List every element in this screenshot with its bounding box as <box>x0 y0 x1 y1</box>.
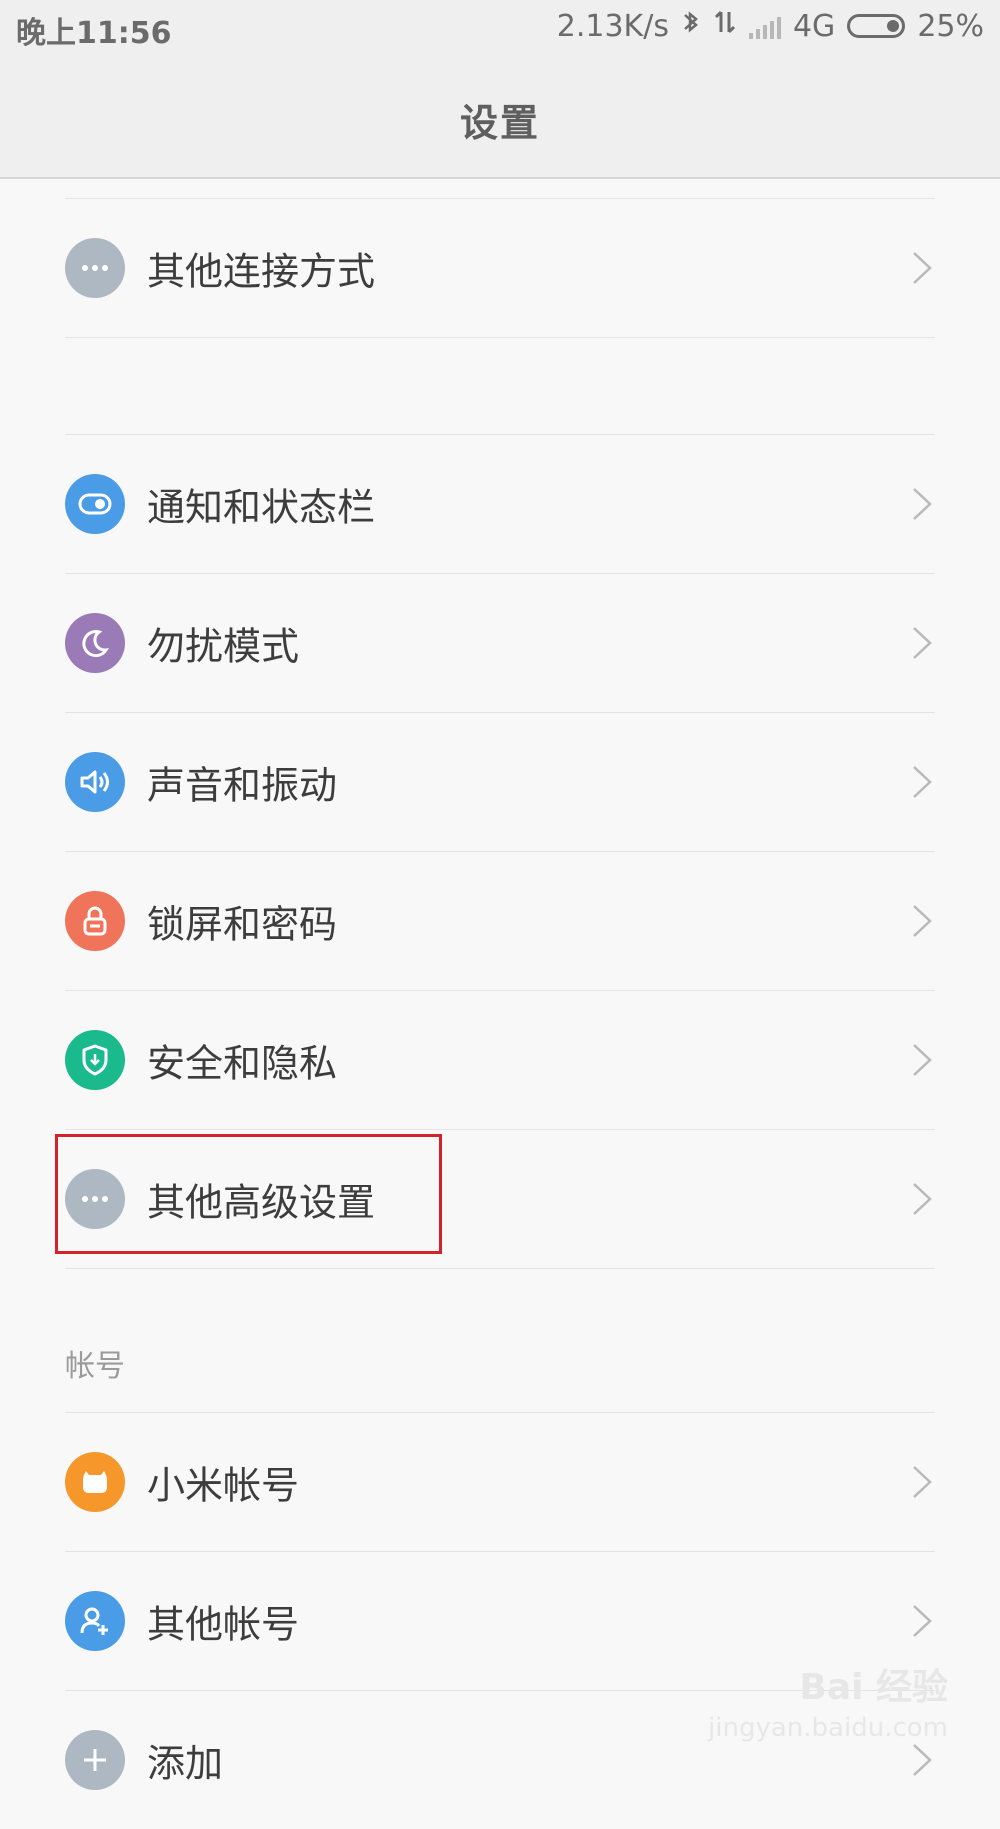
baidu-jingyan-watermark: Bai 经验 jingyan.baidu.com <box>708 1668 948 1748</box>
settings-item-label: 锁屏和密码 <box>147 902 338 947</box>
lock-icon <box>65 891 125 951</box>
settings-item-label: 勿扰模式 <box>147 624 300 669</box>
battery-level: 25% <box>917 8 984 44</box>
watermark-url: jingyan.baidu.com <box>708 1713 948 1743</box>
page-title: 设置 <box>459 101 540 145</box>
chevron-right-icon <box>913 1044 932 1076</box>
settings-item-other-connections[interactable]: 其他连接方式 <box>65 199 935 337</box>
settings-item-sound-vibration[interactable]: 声音和振动 <box>65 713 935 851</box>
watermark-brand: Bai 经验 <box>799 1667 948 1708</box>
divider <box>65 1268 935 1269</box>
settings-item-notifications[interactable]: 通知和状态栏 <box>65 435 935 573</box>
highlight-box <box>55 1134 442 1254</box>
signal-icon <box>748 13 781 39</box>
chevron-right-icon <box>913 1466 932 1498</box>
toggle-icon <box>65 474 125 534</box>
network-speed: 2.13K/s <box>556 8 669 44</box>
section-title-account: 帐号 <box>65 1349 125 1384</box>
chevron-right-icon <box>913 766 932 798</box>
chevron-right-icon <box>913 1183 932 1215</box>
data-transfer-icon <box>713 8 737 44</box>
settings-item-label: 添加 <box>147 1741 224 1786</box>
settings-item-mi-account[interactable]: 小米帐号 <box>65 1413 935 1551</box>
title-bar: 设置 <box>0 58 1000 179</box>
chevron-right-icon <box>913 905 932 937</box>
chevron-right-icon <box>913 488 932 520</box>
status-right: 2.13K/s 4G 25% <box>557 8 984 44</box>
chevron-right-icon <box>913 1605 932 1637</box>
bluetooth-icon <box>681 8 701 44</box>
speaker-icon <box>65 752 125 812</box>
more-dots-icon <box>65 238 125 298</box>
status-time: 晚上11:56 <box>16 16 172 51</box>
chevron-right-icon <box>913 252 932 284</box>
settings-item-label: 小米帐号 <box>147 1463 300 1508</box>
settings-item-lock-screen[interactable]: 锁屏和密码 <box>65 852 935 990</box>
settings-item-security-privacy[interactable]: 安全和隐私 <box>65 991 935 1129</box>
divider <box>65 337 935 338</box>
settings-item-label: 通知和状态栏 <box>147 485 376 530</box>
settings-item-label: 其他连接方式 <box>147 249 376 294</box>
user-add-icon <box>65 1591 125 1651</box>
settings-item-do-not-disturb[interactable]: 勿扰模式 <box>65 574 935 712</box>
settings-list: 其他连接方式 通知和状态栏 勿扰模式 声音和振动 锁屏和密码 安全和隐私 其他高… <box>0 179 1000 1790</box>
mi-account-icon <box>65 1452 125 1512</box>
moon-icon <box>65 613 125 673</box>
settings-item-label: 声音和振动 <box>147 763 338 808</box>
network-type: 4G <box>792 8 836 44</box>
status-bar: 晚上11:56 2.13K/s 4G 25% <box>0 0 1000 58</box>
chevron-right-icon <box>913 627 932 659</box>
settings-item-label: 其他帐号 <box>147 1602 300 1647</box>
settings-item-label: 安全和隐私 <box>147 1041 338 1086</box>
plus-icon <box>65 1730 125 1790</box>
battery-icon <box>847 14 906 38</box>
shield-icon <box>65 1030 125 1090</box>
